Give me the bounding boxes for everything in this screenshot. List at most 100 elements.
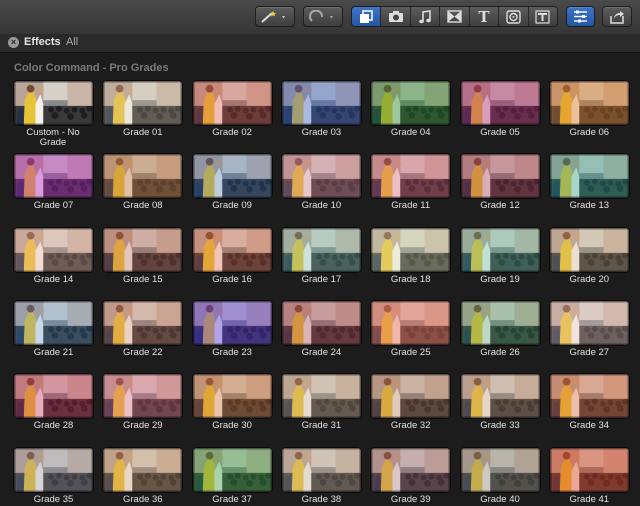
effect-tile[interactable]: Grade 03 bbox=[280, 80, 362, 150]
effect-thumbnail[interactable] bbox=[459, 153, 541, 200]
effect-thumbnail[interactable] bbox=[459, 226, 541, 273]
effect-thumbnail[interactable] bbox=[459, 299, 541, 346]
effect-thumbnail[interactable] bbox=[548, 299, 630, 346]
effect-tile[interactable]: Grade 32 bbox=[370, 373, 452, 443]
effect-tile[interactable]: Grade 16 bbox=[191, 226, 273, 297]
effect-tile[interactable]: Grade 13 bbox=[548, 153, 630, 223]
photos-browser-button[interactable] bbox=[381, 7, 411, 26]
themes-browser-button[interactable] bbox=[528, 7, 557, 26]
effect-tile[interactable]: Grade 12 bbox=[459, 153, 541, 223]
effect-thumbnail[interactable] bbox=[102, 373, 184, 420]
effect-tile[interactable]: Grade 14 bbox=[13, 226, 94, 297]
effect-tile[interactable]: Grade 05 bbox=[459, 80, 541, 150]
effect-thumbnail[interactable] bbox=[280, 299, 362, 346]
effect-tile[interactable]: Grade 36 bbox=[102, 446, 184, 506]
effect-tile[interactable]: Grade 20 bbox=[548, 226, 630, 297]
effect-tile[interactable]: Grade 34 bbox=[548, 373, 630, 443]
effect-tile[interactable]: Grade 40 bbox=[459, 446, 541, 506]
effect-thumbnail[interactable] bbox=[370, 373, 452, 420]
effect-thumbnail[interactable] bbox=[548, 226, 630, 273]
effect-tile[interactable]: Grade 04 bbox=[370, 80, 452, 150]
effect-thumbnail[interactable] bbox=[13, 80, 94, 126]
effect-thumbnail[interactable] bbox=[191, 80, 273, 126]
effect-tile[interactable]: Grade 10 bbox=[280, 153, 362, 223]
effect-tile[interactable]: Grade 17 bbox=[280, 226, 362, 297]
effect-thumbnail[interactable] bbox=[191, 153, 273, 200]
effect-tile[interactable]: Grade 29 bbox=[102, 373, 184, 443]
generators-browser-button[interactable] bbox=[499, 7, 529, 26]
effect-tile[interactable]: Grade 25 bbox=[370, 299, 452, 370]
effect-thumbnail[interactable] bbox=[370, 80, 452, 126]
effect-thumbnail[interactable] bbox=[459, 446, 541, 493]
effect-tile[interactable]: Grade 19 bbox=[459, 226, 541, 297]
titles-browser-button[interactable]: T bbox=[469, 7, 500, 26]
scrollbar[interactable] bbox=[634, 53, 640, 506]
effect-thumbnail[interactable] bbox=[548, 446, 630, 493]
effect-tile[interactable]: Grade 28 bbox=[13, 373, 94, 443]
effect-thumbnail[interactable] bbox=[370, 226, 452, 273]
effect-tile[interactable]: Grade 24 bbox=[280, 299, 362, 370]
effect-tile[interactable]: Grade 41 bbox=[548, 446, 630, 506]
effect-tile[interactable]: Grade 30 bbox=[191, 373, 273, 443]
tab-effects[interactable]: Effects bbox=[24, 36, 61, 48]
effect-thumbnail[interactable] bbox=[191, 299, 273, 346]
inspector-button[interactable] bbox=[566, 6, 595, 27]
effect-thumbnail[interactable] bbox=[191, 226, 273, 273]
effect-tile[interactable]: Grade 37 bbox=[191, 446, 273, 506]
effect-label: Grade 34 bbox=[569, 420, 610, 432]
effect-thumbnail[interactable] bbox=[280, 80, 362, 126]
transitions-browser-button[interactable] bbox=[440, 7, 470, 26]
effect-thumbnail[interactable] bbox=[548, 373, 630, 420]
effect-thumbnail[interactable] bbox=[13, 373, 94, 420]
effect-thumbnail[interactable] bbox=[102, 299, 184, 346]
effect-tile[interactable]: Grade 18 bbox=[370, 226, 452, 297]
effect-thumbnail[interactable] bbox=[191, 446, 273, 493]
effect-tile[interactable]: Grade 26 bbox=[459, 299, 541, 370]
music-browser-button[interactable] bbox=[410, 7, 441, 26]
effect-thumbnail[interactable] bbox=[459, 80, 541, 126]
effect-tile[interactable]: Grade 22 bbox=[102, 299, 184, 370]
effect-thumbnail[interactable] bbox=[13, 446, 94, 493]
effect-thumbnail[interactable] bbox=[280, 153, 362, 200]
effect-thumbnail[interactable] bbox=[280, 373, 362, 420]
effect-tile[interactable]: Custom - No Grade bbox=[13, 80, 94, 150]
effect-thumbnail[interactable] bbox=[548, 153, 630, 200]
effect-tile[interactable]: Grade 11 bbox=[370, 153, 452, 223]
magic-wand-menu-button[interactable] bbox=[255, 6, 295, 27]
effect-thumbnail[interactable] bbox=[13, 226, 94, 273]
effect-tile[interactable]: Grade 27 bbox=[548, 299, 630, 370]
effect-tile[interactable]: Grade 31 bbox=[280, 373, 362, 443]
effect-tile[interactable]: Grade 35 bbox=[13, 446, 94, 506]
effect-thumbnail[interactable] bbox=[102, 80, 184, 126]
close-icon[interactable]: × bbox=[8, 37, 19, 48]
effect-thumbnail[interactable] bbox=[191, 373, 273, 420]
effect-thumbnail[interactable] bbox=[102, 153, 184, 200]
effect-thumbnail[interactable] bbox=[280, 226, 362, 273]
effect-thumbnail[interactable] bbox=[13, 153, 94, 200]
effect-thumbnail[interactable] bbox=[548, 80, 630, 126]
effect-tile[interactable]: Grade 01 bbox=[102, 80, 184, 150]
tab-all[interactable]: All bbox=[66, 36, 78, 48]
effect-thumbnail[interactable] bbox=[370, 153, 452, 200]
effect-thumbnail[interactable] bbox=[370, 299, 452, 346]
effect-thumbnail[interactable] bbox=[280, 446, 362, 493]
retime-menu-button[interactable] bbox=[303, 6, 343, 27]
effect-tile[interactable]: Grade 21 bbox=[13, 299, 94, 370]
effect-thumbnail[interactable] bbox=[13, 299, 94, 346]
effect-tile[interactable]: Grade 33 bbox=[459, 373, 541, 443]
effect-tile[interactable]: Grade 23 bbox=[191, 299, 273, 370]
effect-tile[interactable]: Grade 08 bbox=[102, 153, 184, 223]
effect-thumbnail[interactable] bbox=[102, 446, 184, 493]
effect-tile[interactable]: Grade 09 bbox=[191, 153, 273, 223]
effect-tile[interactable]: Grade 07 bbox=[13, 153, 94, 223]
effect-tile[interactable]: Grade 15 bbox=[102, 226, 184, 297]
effect-thumbnail[interactable] bbox=[459, 373, 541, 420]
effect-thumbnail[interactable] bbox=[102, 226, 184, 273]
effect-tile[interactable]: Grade 02 bbox=[191, 80, 273, 150]
effect-tile[interactable]: Grade 06 bbox=[548, 80, 630, 150]
share-button[interactable] bbox=[602, 6, 632, 27]
effect-tile[interactable]: Grade 38 bbox=[280, 446, 362, 506]
effect-thumbnail[interactable] bbox=[370, 446, 452, 493]
effect-tile[interactable]: Grade 39 bbox=[370, 446, 452, 506]
effects-browser-button[interactable] bbox=[352, 7, 382, 26]
